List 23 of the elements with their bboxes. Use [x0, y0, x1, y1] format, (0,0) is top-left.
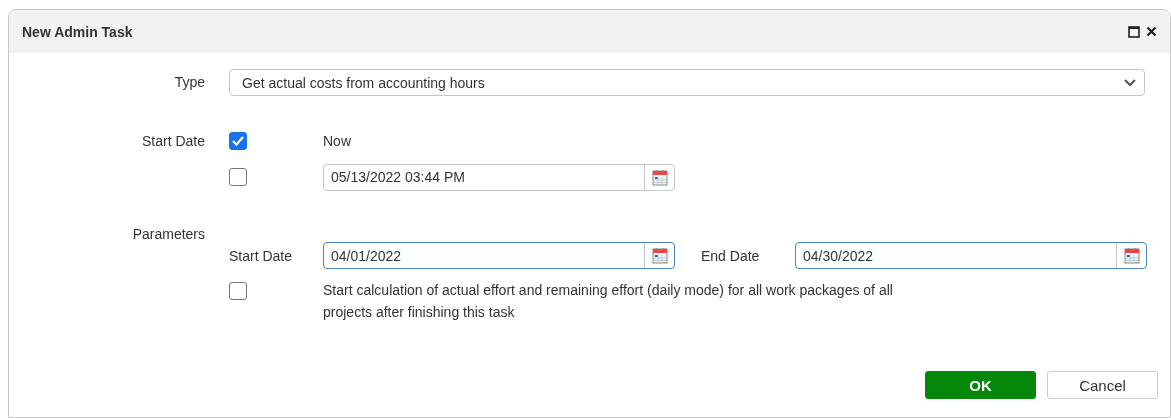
date-field[interactable]: 05/13/2022 03:44 PM [323, 163, 675, 191]
field-label: Start Date [140, 132, 205, 151]
ok-button[interactable]: OK [925, 371, 1036, 399]
checkbox[interactable] [229, 282, 247, 300]
section-label: Parameters [131, 226, 205, 242]
date-field[interactable]: 04/30/2022 [795, 242, 1147, 269]
calendar-icon [651, 247, 668, 264]
close-button[interactable] [1146, 26, 1157, 37]
checkbox[interactable] [229, 168, 247, 186]
checkbox[interactable] [229, 132, 247, 150]
window-title: New Admin Task [22, 23, 134, 40]
field-label: End Date [701, 247, 761, 264]
field-label: Type [173, 73, 205, 92]
type-dropdown[interactable]: Get actual costs from accounting hours [229, 69, 1145, 96]
field-label: Start Date [229, 247, 294, 264]
maximize-button[interactable] [1128, 25, 1140, 38]
chevron-down-icon [1124, 78, 1136, 87]
option-label: Now [323, 133, 351, 149]
cancel-button[interactable]: Cancel [1047, 371, 1158, 399]
calendar-icon [1123, 247, 1140, 264]
calendar-icon [651, 168, 668, 186]
option-label: Start calculation of actual effort and remaining effort (daily mode) for all work packages of all projects after finishing this task [323, 281, 894, 322]
date-field[interactable]: 04/01/2022 [323, 242, 675, 269]
